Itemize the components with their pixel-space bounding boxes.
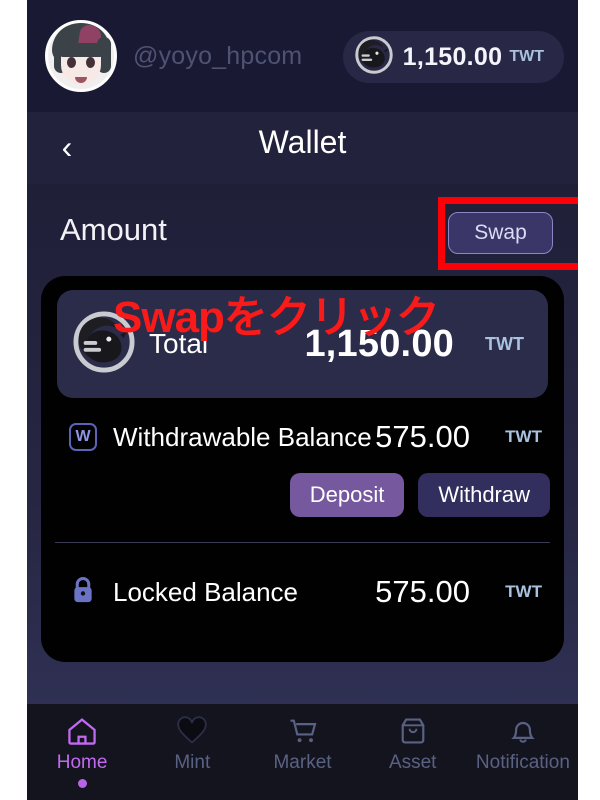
locked-label: Locked Balance	[113, 576, 299, 607]
avatar-art	[58, 43, 105, 57]
shopping-cart-icon	[287, 714, 319, 748]
withdrawable-label: Withdrawable Balance	[113, 421, 372, 452]
nav-label: Market	[273, 752, 332, 773]
locked-value: 575.00	[375, 574, 470, 609]
nav-label: Asset	[388, 752, 437, 773]
withdrawable-value: 575.00	[375, 419, 470, 454]
nav-item-market[interactable]: Market	[247, 714, 357, 774]
avatar-art	[67, 57, 76, 68]
heart-icon	[176, 714, 208, 748]
nav-label: Home	[56, 752, 108, 773]
nav-item-mint[interactable]: Mint	[137, 714, 247, 774]
balance-unit: TWT	[509, 48, 544, 65]
swap-button[interactable]: Swap	[448, 212, 553, 254]
amount-section-label: Amount	[60, 212, 167, 247]
phone-screen: @yoyo_hpcom 1,150.00 TWT ‹ Wallet Amount…	[27, 0, 578, 800]
withdrawable-balance-row: W Withdrawable Balance 575.00 TWT	[41, 414, 564, 460]
nav-label: Mint	[174, 752, 211, 773]
bell-icon	[507, 714, 539, 748]
total-unit: TWT	[485, 333, 524, 354]
withdrawable-unit: TWT	[505, 427, 542, 446]
twt-coin-icon	[354, 35, 393, 79]
lock-icon	[69, 575, 97, 610]
deposit-button[interactable]: Deposit	[289, 473, 405, 517]
wallet-action-buttons: Deposit Withdraw	[289, 473, 550, 517]
active-indicator-dot	[77, 779, 87, 788]
nav-item-home[interactable]: Home	[27, 714, 137, 788]
withdrawable-w-icon: W	[69, 423, 97, 451]
balance-amount: 1,150.00	[402, 42, 503, 71]
account-bar: @yoyo_hpcom 1,150.00 TWT	[27, 0, 578, 112]
balance-pill[interactable]: 1,150.00 TWT	[342, 31, 564, 83]
bottom-navigation: Home Mint Market Asset Notification	[27, 704, 578, 800]
nav-label: Notification	[475, 752, 570, 773]
annotation-text: Swapをクリック	[113, 293, 440, 342]
page-title: Wallet	[258, 124, 347, 160]
home-icon	[66, 714, 98, 748]
card-divider	[55, 542, 550, 543]
avatar-art	[86, 57, 95, 68]
locked-unit: TWT	[505, 582, 542, 601]
withdraw-button[interactable]: Withdraw	[418, 473, 550, 517]
nav-item-notification[interactable]: Notification	[468, 714, 578, 774]
box-icon	[397, 714, 429, 748]
username-label: @yoyo_hpcom	[133, 41, 303, 70]
avatar[interactable]	[45, 20, 117, 92]
nav-item-asset[interactable]: Asset	[358, 714, 468, 774]
wallet-header: ‹ Wallet	[27, 112, 578, 184]
locked-balance-row: Locked Balance 575.00 TWT	[41, 569, 564, 615]
